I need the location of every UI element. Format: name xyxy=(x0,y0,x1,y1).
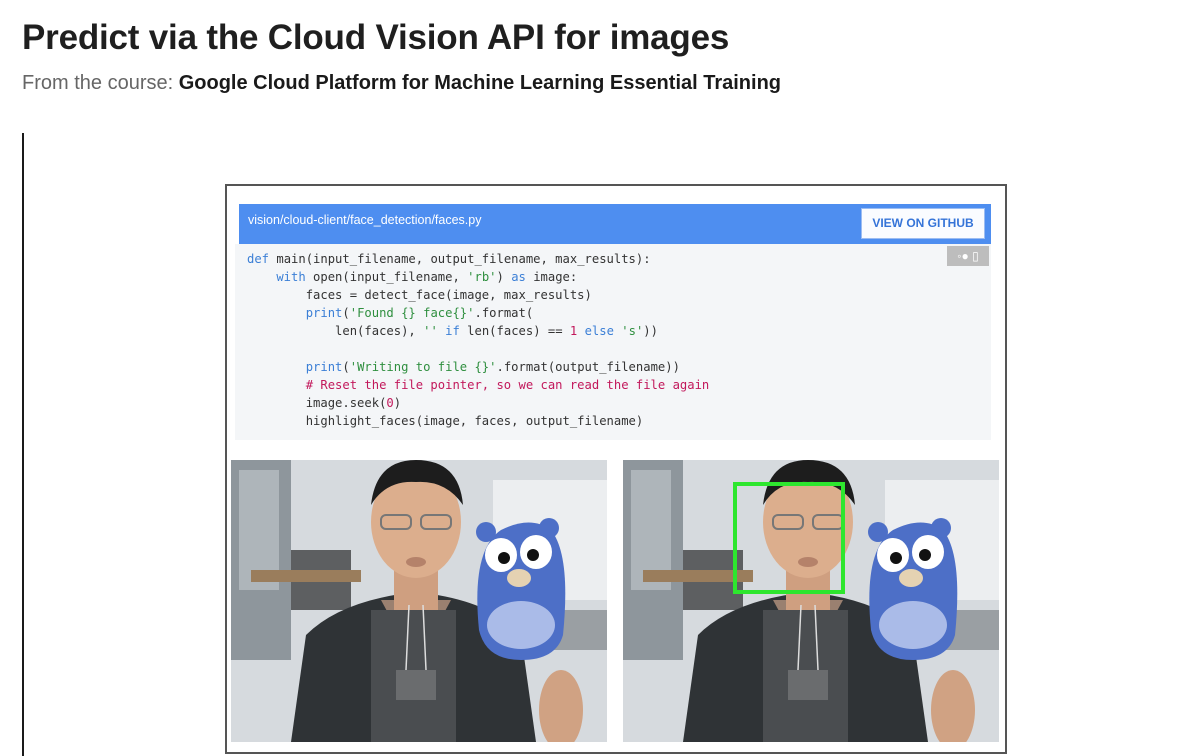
code-block: ◦● ▯ def main(input_filename, output_fil… xyxy=(235,244,991,440)
code-token: print xyxy=(247,306,343,320)
code-token: faces = detect_face(image, max_results) xyxy=(247,288,592,302)
code-token: len(faces) == xyxy=(459,324,570,338)
course-link[interactable]: Google Cloud Platform for Machine Learni… xyxy=(179,72,781,94)
code-token: def xyxy=(247,252,270,266)
code-token: len(faces), xyxy=(247,324,424,338)
code-token: )) xyxy=(643,324,658,338)
page-title: Predict via the Cloud Vision API for ima… xyxy=(22,18,730,57)
code-token: else xyxy=(584,324,614,338)
code-token: '' xyxy=(423,324,438,338)
code-token: ) xyxy=(393,396,402,410)
code-token: print xyxy=(247,360,343,374)
code-token: 'rb' xyxy=(467,270,497,284)
slide-frame: vision/cloud-client/face_detection/faces… xyxy=(225,184,1007,754)
code-token: ( xyxy=(342,360,350,374)
code-header: vision/cloud-client/face_detection/faces… xyxy=(239,204,991,244)
code-token: with xyxy=(247,270,306,284)
code-token: 'Writing to file {}' xyxy=(349,360,497,374)
code-token: 's' xyxy=(621,324,644,338)
code-token: as xyxy=(511,270,526,284)
code-token: 0 xyxy=(386,396,394,410)
view-on-github-button[interactable]: VIEW ON GITHUB xyxy=(861,208,985,239)
course-subtitle: From the course: Google Cloud Platform f… xyxy=(22,72,781,95)
code-token: highlight_faces(image, faces, output_fil… xyxy=(247,414,644,428)
code-token: 'Found {} face{}' xyxy=(349,306,475,320)
subtitle-prefix: From the course: xyxy=(22,72,179,94)
face-detected-photo xyxy=(623,460,999,742)
code-token: image.seek( xyxy=(247,396,387,410)
code-token: main(input_filename, output_filename, ma… xyxy=(269,252,651,266)
copy-code-icon[interactable]: ◦● ▯ xyxy=(947,246,989,266)
code-token: ( xyxy=(342,306,350,320)
code-token: ) xyxy=(496,270,512,284)
code-comment: # Reset the file pointer, so we can read… xyxy=(247,378,710,392)
code-token: .format( xyxy=(474,306,534,320)
video-player[interactable]: vision/cloud-client/face_detection/faces… xyxy=(22,133,1204,756)
code-token: image: xyxy=(525,270,578,284)
code-text: def main(input_filename, output_filename… xyxy=(247,250,709,430)
code-token: open(input_filename, xyxy=(305,270,468,284)
code-token: if xyxy=(445,324,460,338)
file-path: vision/cloud-client/face_detection/faces… xyxy=(248,213,482,227)
original-photo xyxy=(231,460,607,742)
code-token: .format(output_filename)) xyxy=(496,360,680,374)
